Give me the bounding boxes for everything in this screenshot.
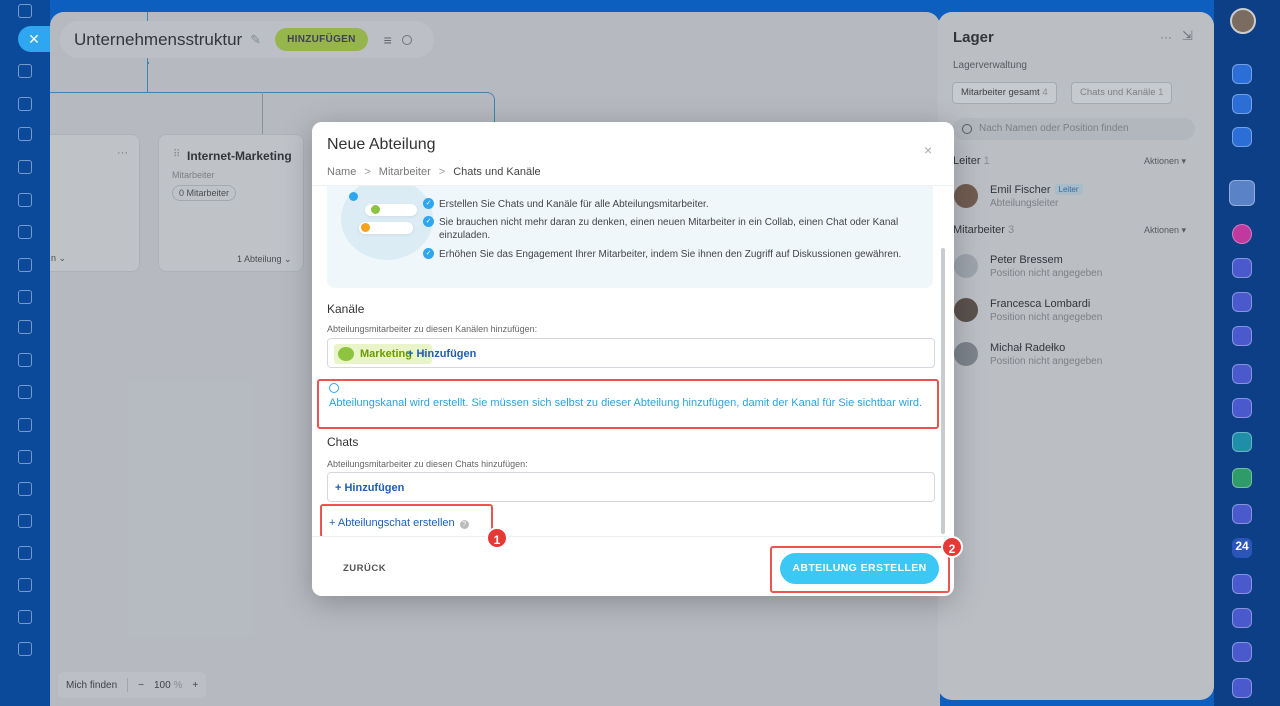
chats-hint: Abteilungsmitarbeiter zu diesen Chats hi…	[327, 459, 528, 469]
art-dot	[371, 205, 380, 214]
new-department-dialog: ✓ Erstellen Sie Chats und Kanäle für alle…	[312, 122, 954, 596]
company-icon[interactable]	[18, 546, 32, 560]
analytics-icon[interactable]	[18, 353, 32, 367]
step-marker: 1	[486, 527, 508, 549]
channels-title: Kanäle	[327, 302, 365, 316]
close-slider-button[interactable]: ✕	[18, 26, 50, 52]
promo-item: ✓ Erstellen Sie Chats und Kanäle für alle…	[423, 198, 909, 211]
feed-icon[interactable]	[18, 127, 32, 141]
breadcrumb-item[interactable]: Mitarbeiter	[379, 166, 431, 178]
calendar-icon[interactable]	[18, 290, 32, 304]
tasks-icon[interactable]	[18, 97, 32, 111]
bitrix24-icon[interactable]: 24	[1232, 538, 1252, 558]
channels-selector[interactable]: Marketing × + Hinzufügen	[327, 338, 935, 368]
channel-icon[interactable]	[1232, 292, 1252, 312]
channel-icon[interactable]	[1232, 608, 1252, 628]
channel-icon[interactable]	[1232, 326, 1252, 346]
dialog-footer: ZURÜCK ABTEILUNG ERSTELLEN	[312, 536, 954, 596]
add-channel-link[interactable]: + Hinzufügen	[407, 348, 476, 360]
chats-title: Chats	[327, 435, 359, 449]
step-marker: 2	[941, 536, 963, 558]
close-icon[interactable]: ×	[924, 142, 932, 158]
drive-icon[interactable]	[18, 225, 32, 239]
promo-item: ✓ Erhöhen Sie das Engagement Ihrer Mitarb…	[423, 248, 909, 261]
chat-icon[interactable]	[1232, 258, 1252, 278]
chat-icon[interactable]	[1232, 678, 1252, 698]
channel-icon[interactable]	[1232, 504, 1252, 524]
channel-icon[interactable]	[1232, 574, 1252, 594]
breadcrumb-item[interactable]: Name	[327, 166, 356, 178]
chat-avatar-icon[interactable]	[1229, 180, 1255, 206]
promo-box: ✓ Erstellen Sie Chats und Kanäle für alle…	[327, 178, 933, 288]
notice-text: Abteilungskanal wird erstellt. Sie müsse…	[329, 397, 923, 409]
channel-icon[interactable]	[1232, 398, 1252, 418]
create-department-button[interactable]: ABTEILUNG ERSTELLEN	[780, 553, 939, 584]
menu-icon[interactable]	[18, 4, 32, 18]
check-icon: ✓	[423, 248, 434, 259]
chat-icon[interactable]	[1232, 364, 1252, 384]
channels-hint: Abteilungsmitarbeiter zu diesen Kanälen …	[327, 324, 538, 334]
search-chat-icon[interactable]	[1232, 127, 1252, 147]
checklist-icon[interactable]	[18, 320, 32, 334]
shop-icon[interactable]	[18, 385, 32, 399]
back-button[interactable]: ZURÜCK	[343, 563, 386, 574]
chats-selector[interactable]: + Hinzufügen	[327, 472, 935, 502]
promo-item: ✓ Sie brauchen nicht mehr daran zu denken…	[423, 216, 909, 242]
art-dot	[349, 192, 358, 201]
breadcrumb-item: Chats und Kanäle	[453, 166, 541, 178]
lock-icon[interactable]	[1232, 468, 1252, 488]
notifications-icon[interactable]	[1232, 64, 1252, 84]
more-icon[interactable]	[18, 642, 32, 656]
home-icon[interactable]	[18, 64, 32, 78]
help-icon[interactable]: ?	[459, 520, 469, 529]
check-icon: ✓	[423, 198, 434, 209]
chat-icon[interactable]	[1232, 642, 1252, 662]
scrollbar[interactable]	[941, 248, 945, 534]
filter-icon[interactable]	[18, 418, 32, 432]
automation-icon[interactable]	[18, 450, 32, 464]
contacts-icon[interactable]	[18, 578, 32, 592]
tasks-icon[interactable]	[1232, 432, 1252, 452]
promo-illustration	[341, 178, 433, 260]
channel-notice: Abteilungskanal wird erstellt. Sie müsse…	[317, 379, 939, 429]
storage-icon[interactable]	[18, 514, 32, 528]
documents-icon[interactable]	[18, 193, 32, 207]
info-icon	[329, 383, 339, 393]
channels-icon[interactable]	[1232, 94, 1252, 114]
avatar[interactable]	[1230, 8, 1256, 34]
dialog-title: Neue Abteilung	[327, 136, 436, 153]
channel-icon	[338, 347, 354, 361]
dialog-header: Neue Abteilung × Name > Mitarbeiter > Chats …	[312, 122, 954, 186]
create-chat-link[interactable]: + Abteilungschat erstellen?	[329, 517, 469, 529]
chat-icon[interactable]	[18, 258, 32, 272]
art-dot	[361, 223, 370, 232]
create-chat-frame: + Abteilungschat erstellen?	[320, 504, 493, 538]
team-icon[interactable]	[18, 160, 32, 174]
breadcrumb: Name > Mitarbeiter > Chats und Kanäle	[327, 166, 541, 178]
settings-icon[interactable]	[18, 610, 32, 624]
create-button-frame: ABTEILUNG ERSTELLEN	[770, 546, 950, 593]
left-sidebar	[0, 0, 50, 706]
check-icon: ✓	[423, 216, 434, 227]
department-panel: Lager ··· ⇲ Lagerverwaltung Mitarbeiter …	[938, 12, 1214, 700]
modal-backdrop[interactable]	[938, 12, 1214, 700]
add-chat-link[interactable]: + Hinzufügen	[335, 482, 404, 494]
sign-icon[interactable]	[18, 482, 32, 496]
chat-avatar-icon[interactable]	[1232, 224, 1252, 244]
